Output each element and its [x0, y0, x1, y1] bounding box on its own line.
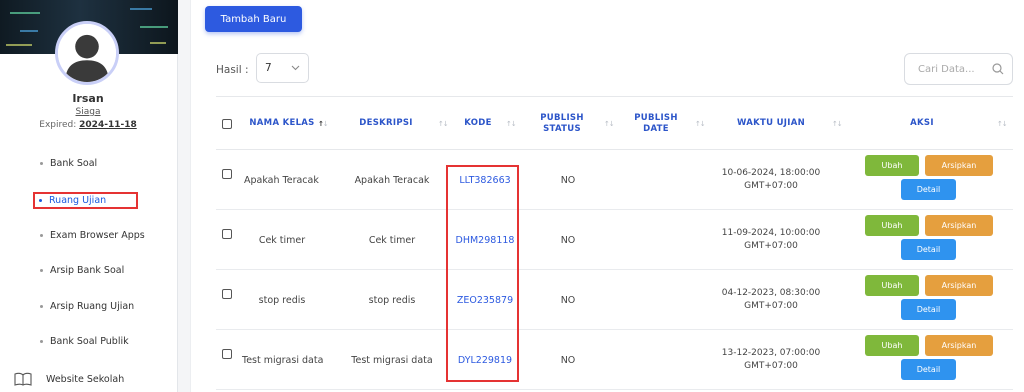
search-placeholder: Cari Data... — [918, 63, 975, 75]
bullet-icon — [40, 234, 43, 237]
search-input[interactable]: Cari Data... — [904, 53, 1013, 85]
cell-publish-status: NO — [560, 354, 576, 366]
cell-publish-date — [618, 150, 694, 210]
column-header-publish-date[interactable]: PUBLISH DATE — [618, 97, 694, 151]
sort-icon[interactable]: ↑↓ — [318, 120, 329, 128]
expired-date: 2024-11-18 — [79, 120, 137, 130]
avatar[interactable] — [55, 21, 119, 85]
search-icon — [992, 63, 1004, 75]
column-header-deskripsi[interactable]: DESKRIPSI — [344, 97, 428, 151]
user-name: Irsan — [72, 92, 104, 105]
sidebar-item-bank-soal-publik[interactable]: Bank Soal Publik — [40, 336, 129, 347]
book-icon — [14, 372, 32, 386]
sort-icon[interactable]: ↑↓ — [997, 120, 1008, 128]
sidebar-item-ruang-ujian[interactable]: Ruang Ujian — [33, 192, 139, 209]
chevron-down-icon — [291, 65, 300, 71]
cell-waktu-ujian: 11-09-2024, 10:00:00 GMT+07:00 — [721, 227, 821, 251]
bullet-icon — [40, 269, 43, 272]
sidebar-item-label: Ruang Ujian — [49, 195, 107, 206]
cell-publish-status: NO — [560, 174, 576, 186]
detail-button[interactable]: Detail — [901, 239, 956, 260]
page-size-value: 7 — [265, 62, 272, 74]
cell-publish-date — [618, 210, 694, 270]
sidebar-item-arsip-bank-soal[interactable]: Arsip Bank Soal — [40, 265, 124, 276]
sidebar: Irsan Siaga Expired: 2024-11-18 Bank Soa… — [0, 0, 178, 392]
page-size-select[interactable]: 7 — [256, 53, 309, 83]
cell-waktu-ujian: 10-06-2024, 18:00:00 GMT+07:00 — [721, 167, 821, 191]
table-row: stop redis stop redis ZEO235879 NO 04-12… — [216, 270, 1013, 330]
cell-deskripsi: Test migrasi data — [351, 354, 433, 366]
row-checkbox[interactable] — [222, 349, 232, 359]
cell-nama-kelas: Cek timer — [258, 234, 306, 246]
row-checkbox[interactable] — [222, 169, 232, 179]
row-checkbox[interactable] — [222, 289, 232, 299]
edit-button[interactable]: Ubah — [865, 215, 919, 236]
sort-icon[interactable]: ↑↓ — [695, 120, 706, 128]
user-silhouette-icon — [58, 24, 116, 82]
sidebar-item-label: Exam Browser Apps — [50, 230, 145, 241]
sidebar-item-label: Website Sekolah — [46, 373, 125, 385]
column-header-waktu-ujian[interactable]: WAKTU UJIAN — [706, 97, 836, 151]
bullet-icon — [39, 199, 42, 202]
column-header-aksi: AKSI — [910, 118, 934, 129]
sidebar-item-website-sekolah[interactable]: Website Sekolah — [14, 372, 124, 386]
cell-publish-status: NO — [560, 234, 576, 246]
edit-button[interactable]: Ubah — [865, 275, 919, 296]
sidebar-item-bank-soal[interactable]: Bank Soal — [40, 158, 97, 169]
cell-deskripsi: stop redis — [368, 294, 416, 306]
cell-nama-kelas: Apakah Teracak — [244, 174, 319, 186]
cell-waktu-ujian: 04-12-2023, 08:30:00 GMT+07:00 — [721, 287, 821, 311]
cell-nama-kelas: Test migrasi data — [242, 354, 324, 366]
sidebar-item-label: Arsip Ruang Ujian — [50, 301, 135, 312]
detail-button[interactable]: Detail — [901, 299, 956, 320]
sidebar-item-arsip-ruang-ujian[interactable]: Arsip Ruang Ujian — [40, 301, 134, 312]
cell-deskripsi: Cek timer — [368, 234, 416, 246]
cell-publish-status: NO — [560, 294, 576, 306]
user-level-link[interactable]: Siaga — [0, 107, 176, 117]
bullet-icon — [40, 162, 43, 165]
sidebar-item-label: Bank Soal Publik — [50, 336, 129, 347]
kode-column-highlight — [446, 165, 519, 382]
sidebar-item-exam-browser-apps[interactable]: Exam Browser Apps — [40, 230, 145, 241]
cell-publish-date — [618, 270, 694, 330]
detail-button[interactable]: Detail — [901, 359, 956, 380]
bullet-icon — [40, 305, 43, 308]
archive-button[interactable]: Arsipkan — [925, 215, 993, 236]
cell-waktu-ujian: 13-12-2023, 07:00:00 GMT+07:00 — [721, 347, 821, 371]
table-row: Apakah Teracak Apakah Teracak LLT382663 … — [216, 150, 1013, 210]
hasil-label: Hasil : — [216, 64, 249, 76]
archive-button[interactable]: Arsipkan — [925, 335, 993, 356]
cell-deskripsi: Apakah Teracak — [354, 174, 430, 186]
column-header-nama-kelas[interactable]: NAMA KELAS — [240, 97, 324, 151]
sort-icon[interactable]: ↑↓ — [604, 120, 615, 128]
table-row: Test migrasi data Test migrasi data DYL2… — [216, 330, 1013, 390]
edit-button[interactable]: Ubah — [865, 155, 919, 176]
table-row: Cek timer Cek timer DHM298118 NO 11-09-2… — [216, 210, 1013, 270]
select-all-checkbox[interactable] — [222, 119, 232, 129]
bullet-icon — [40, 340, 43, 343]
sort-icon[interactable]: ↑↓ — [438, 120, 449, 128]
expired-label: Expired: — [39, 120, 77, 130]
sidebar-item-label: Bank Soal — [50, 158, 98, 169]
sort-icon[interactable]: ↑↓ — [832, 120, 843, 128]
table-header: NAMA KELAS ↑↓ DESKRIPSI ↑↓ KODE ↑↓ PUBLI… — [216, 96, 1013, 150]
archive-button[interactable]: Arsipkan — [925, 155, 993, 176]
sidebar-item-label: Arsip Bank Soal — [50, 265, 125, 276]
cell-nama-kelas: stop redis — [258, 294, 306, 306]
edit-button[interactable]: Ubah — [865, 335, 919, 356]
sort-icon[interactable]: ↑↓ — [506, 120, 517, 128]
row-checkbox[interactable] — [222, 229, 232, 239]
detail-button[interactable]: Detail — [901, 179, 956, 200]
archive-button[interactable]: Arsipkan — [925, 275, 993, 296]
cell-publish-date — [618, 330, 694, 390]
column-header-publish-status[interactable]: PUBLISH STATUS — [524, 97, 600, 151]
add-new-button[interactable]: Tambah Baru — [205, 6, 302, 32]
expired-info: Expired: 2024-11-18 — [0, 120, 176, 130]
column-header-kode[interactable]: KODE — [448, 97, 508, 151]
